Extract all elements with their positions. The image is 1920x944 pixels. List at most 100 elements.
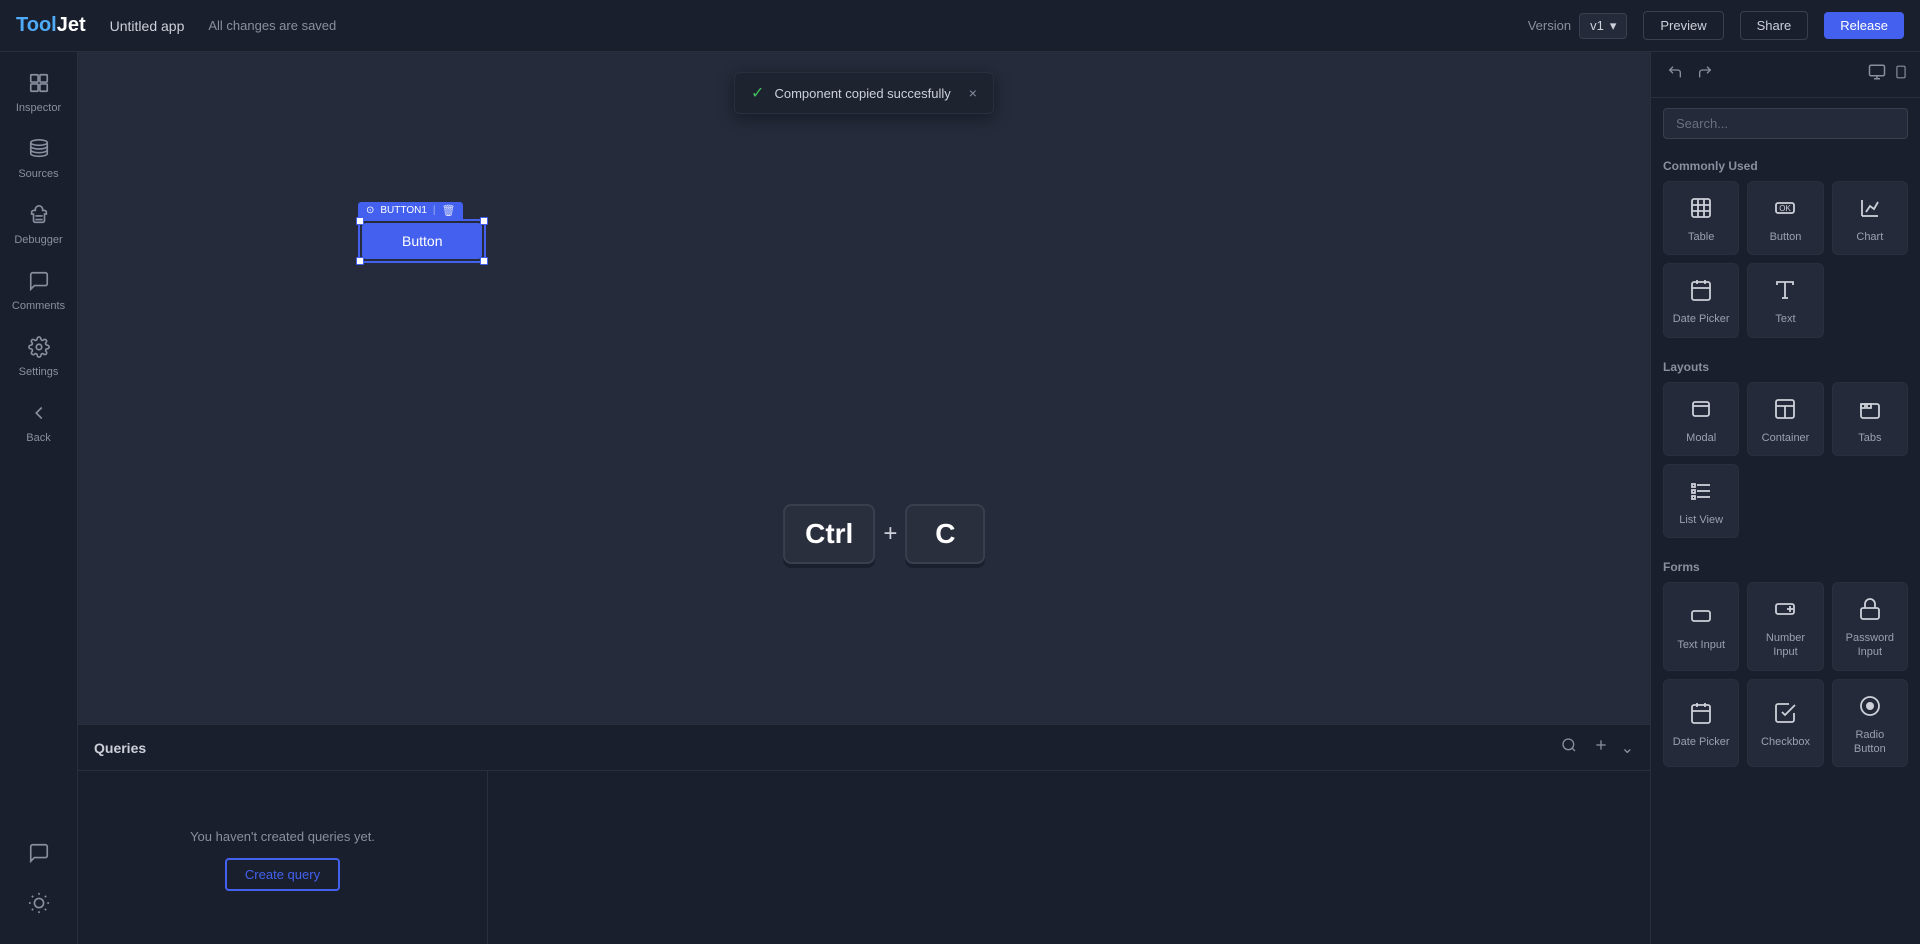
container-label: Container bbox=[1762, 431, 1810, 445]
version-section: Version v1 ▾ bbox=[1528, 13, 1628, 39]
component-card-modal[interactable]: Modal bbox=[1663, 382, 1739, 456]
sidebar-item-debugger[interactable]: Debugger bbox=[4, 194, 74, 256]
component-label-bar: ⊙ BUTTON1 | 🗑 bbox=[358, 202, 463, 219]
component-search-box bbox=[1663, 108, 1908, 139]
sidebar-item-chat[interactable] bbox=[4, 832, 74, 874]
queries-add-button[interactable] bbox=[1589, 733, 1613, 762]
queries-content: You haven't created queries yet. Create … bbox=[78, 771, 1650, 944]
component-card-text-input[interactable]: Text Input bbox=[1663, 582, 1739, 671]
sidebar-item-settings[interactable]: Settings bbox=[4, 326, 74, 388]
component-card-chart[interactable]: Chart bbox=[1832, 181, 1908, 255]
text-label: Text bbox=[1775, 312, 1795, 326]
number-input-icon bbox=[1773, 597, 1797, 625]
share-button[interactable]: Share bbox=[1740, 11, 1809, 40]
component-separator: | bbox=[433, 205, 436, 216]
radio-button-label: Radio Button bbox=[1841, 728, 1899, 757]
container-icon bbox=[1773, 397, 1797, 425]
component-card-date-picker-form[interactable]: Date Picker bbox=[1663, 679, 1739, 768]
component-type-icon: ⊙ bbox=[366, 205, 374, 216]
delete-component-icon[interactable]: 🗑 bbox=[442, 204, 456, 217]
layouts-section: Layouts Modal bbox=[1651, 350, 1920, 551]
datepicker-label: Date Picker bbox=[1673, 312, 1730, 326]
sidebar-label-inspector: Inspector bbox=[16, 102, 61, 114]
release-button[interactable]: Release bbox=[1824, 12, 1904, 39]
table-label: Table bbox=[1688, 230, 1714, 244]
success-icon: ✓ bbox=[751, 83, 764, 103]
component-card-password-input[interactable]: Password Input bbox=[1832, 582, 1908, 671]
inspector-icon bbox=[28, 72, 50, 98]
canvas-area[interactable]: ✓ Component copied succesfully × ⊙ BUTTO… bbox=[78, 52, 1650, 724]
sources-icon bbox=[28, 138, 50, 164]
date-picker-form-label: Date Picker bbox=[1673, 735, 1730, 749]
component-search-input[interactable] bbox=[1663, 108, 1908, 139]
chart-label: Chart bbox=[1856, 230, 1883, 244]
queries-collapse-icon[interactable]: ⌄ bbox=[1621, 738, 1634, 758]
date-picker-form-icon bbox=[1689, 701, 1713, 729]
password-input-label: Password Input bbox=[1841, 631, 1899, 660]
component-card-button[interactable]: OK Button bbox=[1747, 181, 1823, 255]
queries-empty-state: You haven't created queries yet. Create … bbox=[78, 771, 488, 944]
component-card-container[interactable]: Container bbox=[1747, 382, 1823, 456]
commonly-used-section: Commonly Used Table bbox=[1651, 149, 1920, 350]
forms-section: Forms Text Input bbox=[1651, 550, 1920, 779]
back-icon bbox=[28, 402, 50, 428]
sidebar-label-debugger: Debugger bbox=[14, 234, 62, 246]
queries-search-button[interactable] bbox=[1557, 733, 1581, 762]
sidebar-item-comments[interactable]: Comments bbox=[4, 260, 74, 322]
create-query-button[interactable]: Create query bbox=[225, 858, 340, 891]
resize-handle-tl[interactable] bbox=[356, 217, 364, 225]
version-dropdown[interactable]: v1 ▾ bbox=[1579, 13, 1627, 39]
resize-handle-bl[interactable] bbox=[356, 257, 364, 265]
text-icon bbox=[1773, 278, 1797, 306]
datepicker-icon bbox=[1689, 278, 1713, 306]
undo-redo-group bbox=[1663, 62, 1717, 87]
number-input-label: Number Input bbox=[1756, 631, 1814, 660]
component-card-datepicker[interactable]: Date Picker bbox=[1663, 263, 1739, 337]
device-icons bbox=[1868, 63, 1908, 86]
component-wrapper: Button bbox=[358, 219, 486, 263]
sidebar-item-theme[interactable] bbox=[4, 882, 74, 924]
component-card-text[interactable]: Text bbox=[1747, 263, 1823, 337]
sidebar-item-back[interactable]: Back bbox=[4, 392, 74, 454]
ctrl-key: Ctrl bbox=[783, 504, 875, 564]
redo-button[interactable] bbox=[1693, 62, 1717, 87]
component-card-number-input[interactable]: Number Input bbox=[1747, 582, 1823, 671]
version-label: Version bbox=[1528, 18, 1571, 33]
debugger-icon bbox=[28, 204, 50, 230]
component-card-listview[interactable]: List View bbox=[1663, 464, 1739, 538]
sidebar-label-settings: Settings bbox=[19, 366, 59, 378]
right-panel-topbar bbox=[1651, 52, 1920, 98]
listview-icon bbox=[1689, 479, 1713, 507]
commonly-used-title: Commonly Used bbox=[1663, 159, 1908, 173]
save-status: All changes are saved bbox=[208, 18, 336, 33]
toast-close-button[interactable]: × bbox=[969, 85, 977, 101]
button-component[interactable]: Button bbox=[362, 223, 482, 259]
c-key: C bbox=[905, 504, 985, 564]
undo-button[interactable] bbox=[1663, 62, 1687, 87]
listview-label: List View bbox=[1679, 513, 1723, 527]
layouts-grid: Modal Container bbox=[1663, 382, 1908, 539]
queries-title: Queries bbox=[94, 740, 1549, 756]
canvas-component-button[interactable]: ⊙ BUTTON1 | 🗑 Button bbox=[358, 202, 486, 263]
sidebar-item-inspector[interactable]: Inspector bbox=[4, 62, 74, 124]
settings-icon bbox=[28, 336, 50, 362]
app-title: Untitled app bbox=[110, 18, 185, 34]
sidebar-label-back: Back bbox=[26, 432, 50, 444]
mobile-view-button[interactable] bbox=[1894, 63, 1908, 86]
component-card-checkbox[interactable]: Checkbox bbox=[1747, 679, 1823, 768]
component-card-tabs[interactable]: Tabs bbox=[1832, 382, 1908, 456]
desktop-view-button[interactable] bbox=[1868, 63, 1886, 86]
component-card-radio-button[interactable]: Radio Button bbox=[1832, 679, 1908, 768]
queries-detail-area bbox=[488, 771, 1650, 944]
comments-icon bbox=[28, 270, 50, 296]
component-card-table[interactable]: Table bbox=[1663, 181, 1739, 255]
left-sidebar: Inspector Sources Debugger bbox=[0, 52, 78, 944]
checkbox-icon bbox=[1773, 701, 1797, 729]
chart-icon bbox=[1858, 196, 1882, 224]
resize-handle-br[interactable] bbox=[480, 257, 488, 265]
queries-header: Queries ⌄ bbox=[78, 725, 1650, 771]
tabs-label: Tabs bbox=[1858, 431, 1881, 445]
resize-handle-tr[interactable] bbox=[480, 217, 488, 225]
preview-button[interactable]: Preview bbox=[1643, 11, 1723, 40]
sidebar-item-sources[interactable]: Sources bbox=[4, 128, 74, 190]
